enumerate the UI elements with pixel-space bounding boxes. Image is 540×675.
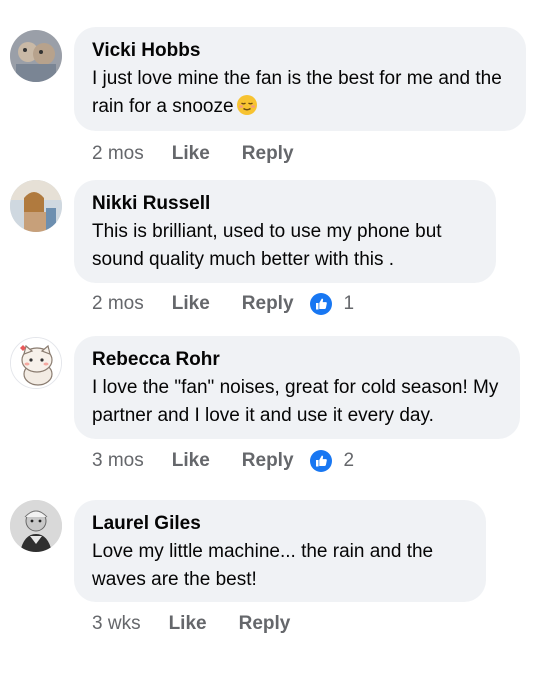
thumbs-up-icon (309, 293, 332, 315)
comment-actions: 3 wks Like Reply (92, 610, 306, 638)
avatar[interactable] (10, 337, 62, 389)
reaction-summary[interactable]: 1 (309, 293, 355, 315)
comment-timestamp[interactable]: 3 mos (92, 450, 144, 472)
like-button[interactable]: Like (172, 293, 210, 315)
comment-text: I love the "fan" noises, great for cold … (92, 377, 499, 426)
reply-button[interactable]: Reply (242, 293, 294, 315)
comment-actions: 2 mos Like Reply (92, 140, 310, 168)
comment-author[interactable]: Laurel Giles (92, 512, 468, 536)
comment-timestamp[interactable]: 2 mos (92, 143, 144, 165)
reaction-count: 1 (343, 293, 355, 314)
comment-text: This is brilliant, used to use my phone … (92, 221, 442, 270)
comment-timestamp[interactable]: 2 mos (92, 293, 144, 315)
thumbs-up-icon (309, 450, 332, 472)
comment-author[interactable]: Vicki Hobbs (92, 39, 508, 63)
reply-button[interactable]: Reply (239, 613, 291, 635)
comment-author[interactable]: Nikki Russell (92, 192, 478, 216)
reaction-summary[interactable]: 2 (309, 450, 355, 472)
like-button[interactable]: Like (172, 143, 210, 165)
comment-text: Love my little machine... the rain and t… (92, 541, 434, 590)
like-button[interactable]: Like (169, 613, 207, 635)
reply-button[interactable]: Reply (242, 143, 294, 165)
comment-actions: 3 mos Like Reply 2 (92, 447, 354, 475)
reply-button[interactable]: Reply (242, 450, 294, 472)
comment-actions: 2 mos Like Reply 1 (92, 290, 354, 318)
comment-bubble: Nikki Russell This is brilliant, used to… (74, 180, 496, 283)
comment-text-body: I just love mine the fan is the best for… (92, 68, 502, 117)
relieved-face-emoji (236, 95, 257, 115)
comment-bubble: Vicki Hobbs I just love mine the fan is … (74, 27, 526, 131)
reaction-count: 2 (343, 450, 355, 471)
comment-bubble: Laurel Giles Love my little machine... t… (74, 500, 486, 602)
comment-timestamp[interactable]: 3 wks (92, 613, 141, 635)
avatar[interactable] (10, 500, 62, 552)
comment-author[interactable]: Rebecca Rohr (92, 348, 502, 372)
avatar[interactable] (10, 180, 62, 232)
like-button[interactable]: Like (172, 450, 210, 472)
comment-bubble: Rebecca Rohr I love the "fan" noises, gr… (74, 336, 520, 439)
avatar[interactable] (10, 30, 62, 82)
comment-text: I just love mine the fan is the best for… (92, 65, 508, 121)
